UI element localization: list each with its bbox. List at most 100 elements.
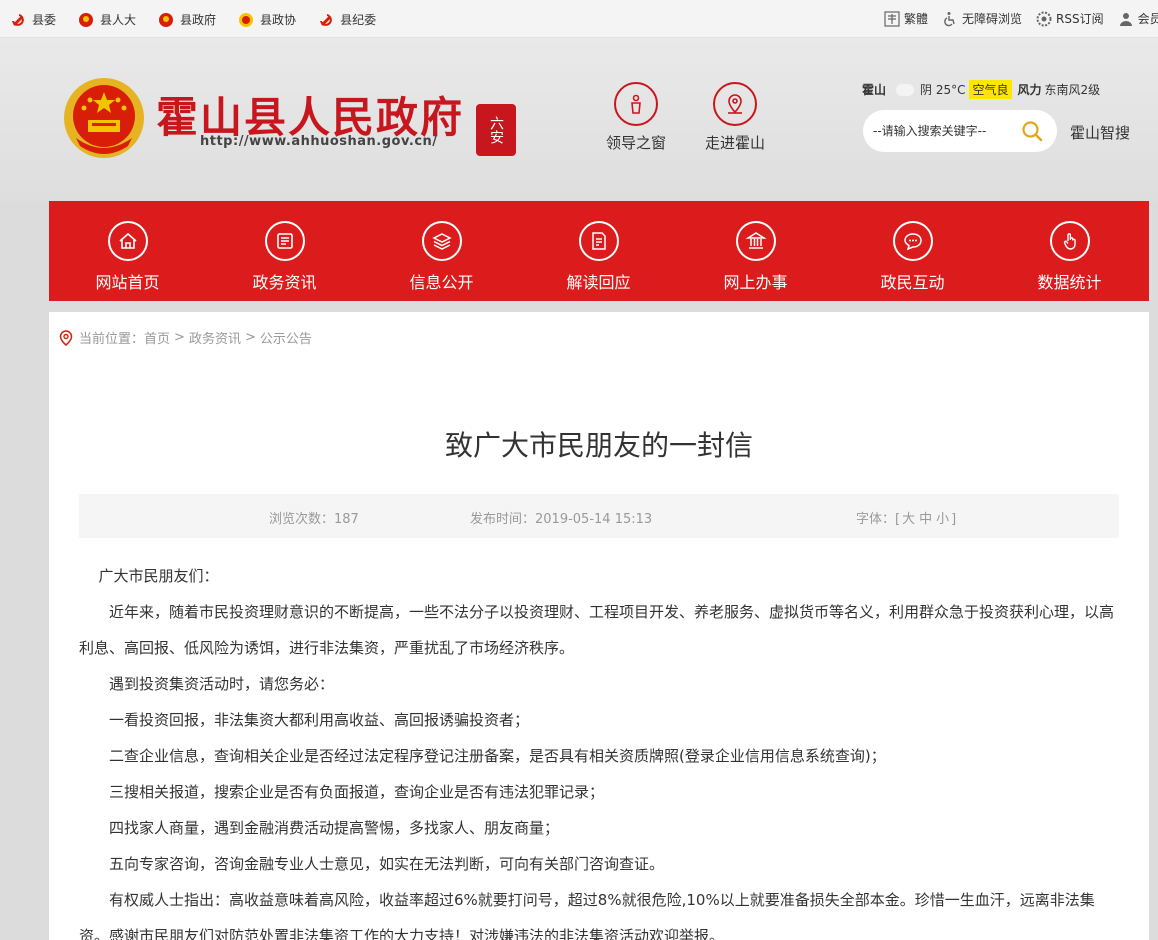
traditional-char-icon — [884, 10, 900, 27]
member-link[interactable]: 会员 — [1118, 10, 1158, 27]
national-emblem-logo — [62, 76, 146, 160]
location-pin-icon — [59, 329, 73, 346]
publish-time: 发布时间：2019-05-14 15:13 — [470, 508, 652, 527]
wind-label: 风力 — [1017, 83, 1042, 97]
home-icon — [107, 221, 148, 261]
top-link-label: 县政协 — [260, 13, 297, 27]
chat-icon — [892, 221, 933, 261]
cloud-icon — [896, 83, 915, 96]
top-link-peoples-congress[interactable]: 县人大 — [78, 11, 136, 28]
leader-icon — [614, 82, 658, 126]
nav-label: 信息公开 — [409, 273, 474, 292]
nav-label: 政务资讯 — [252, 273, 317, 292]
news-icon — [264, 221, 305, 261]
breadcrumb: 当前位置： 首页 > 政务资讯 > 公示公告 — [59, 328, 312, 347]
article-paragraph: 近年来，随着市民投资理财意识的不断提高，一些不法分子以投资理财、工程项目开发、养… — [79, 603, 1115, 657]
tool-label: 会员 — [1137, 12, 1158, 26]
explore-huoshan-label: 走进霍山 — [704, 134, 765, 152]
nav-interpretation[interactable]: 解读回应 — [520, 201, 677, 301]
font-bracket-open: [ — [895, 512, 901, 527]
accessibility-icon — [942, 11, 958, 27]
article-paragraph: 有权威人士指出：高收益意味着高风险，收益率超过6%就要打问号，超过8%就很危险,… — [79, 891, 1095, 940]
nav-statistics[interactable]: 数据统计 — [991, 201, 1148, 301]
article-paragraph: 遇到投资集资活动时，请您务必： — [109, 675, 335, 693]
view-count-value: 187 — [334, 512, 359, 527]
article-container: 当前位置： 首页 > 政务资讯 > 公示公告 致广大市民朋友的一封信 浏览次数：… — [49, 312, 1149, 940]
breadcrumb-separator: > — [244, 330, 256, 345]
top-tools: 繁體 无障碍浏览 RSS订阅 会员 — [884, 10, 1158, 27]
national-emblem-icon — [78, 12, 94, 28]
nav-label: 网站首页 — [95, 273, 160, 292]
top-links: 县委 县人大 县政府 县政协 县纪委 — [10, 11, 398, 28]
tool-label: 无障碍浏览 — [962, 12, 1023, 26]
publish-time-label: 发布时间： — [470, 512, 536, 527]
national-emblem-icon — [158, 12, 174, 28]
accessibility-link[interactable]: 无障碍浏览 — [942, 10, 1022, 27]
top-link-discipline-committee[interactable]: 县纪委 — [318, 11, 376, 28]
font-size-label: 字体： — [856, 512, 896, 527]
top-bar: 县委 县人大 县政府 县政协 县纪委 繁體 无障碍浏览 RSS订阅 会员 — [0, 0, 1158, 38]
rss-icon — [1036, 11, 1052, 27]
leader-window-label: 领导之窗 — [605, 134, 666, 152]
font-bracket-close: ] — [951, 512, 957, 527]
publish-time-value: 2019-05-14 15:13 — [535, 512, 653, 527]
traditional-chinese-toggle[interactable]: 繁體 — [884, 10, 928, 27]
top-link-label: 县委 — [32, 13, 57, 27]
tool-label: RSS订阅 — [1056, 12, 1104, 26]
nav-label: 网上办事 — [723, 273, 788, 292]
article-title: 致广大市民朋友的一封信 — [444, 429, 753, 462]
nav-home[interactable]: 网站首页 — [49, 201, 206, 301]
search-input[interactable] — [873, 121, 1013, 141]
top-link-government[interactable]: 县政府 — [158, 11, 216, 28]
nav-label: 解读回应 — [566, 273, 631, 292]
article-paragraph: 五向专家咨询，咨询金融专业人士意见，如实在无法判断，可向有关部门咨询查证。 — [109, 855, 665, 873]
location-pin-icon — [713, 82, 757, 126]
font-size-small[interactable]: 小 — [936, 512, 949, 527]
article-paragraph: 广大市民朋友们： — [98, 567, 219, 585]
top-link-label: 县政府 — [180, 13, 217, 27]
font-size-control: 字体：[大中小] — [856, 508, 956, 527]
seal-text: 六安 — [488, 116, 504, 144]
search-icon[interactable] — [1021, 120, 1043, 142]
main-nav: 网站首页 政务资讯 信息公开 解读回应 网上办事 政民互动 数据统计 — [49, 201, 1149, 301]
tool-label: 繁體 — [904, 12, 929, 26]
party-emblem-icon — [10, 12, 26, 28]
font-size-medium[interactable]: 中 — [919, 512, 932, 527]
breadcrumb-news[interactable]: 政务资讯 — [189, 328, 241, 347]
breadcrumb-prefix: 当前位置： — [79, 332, 145, 347]
site-url: http://www.ahhuoshan.gov.cn/ — [200, 134, 438, 149]
view-count: 浏览次数：187 — [269, 508, 359, 527]
nav-interaction[interactable]: 政民互动 — [834, 201, 991, 301]
nav-label: 政民互动 — [880, 273, 945, 292]
hand-touch-icon — [1049, 221, 1090, 261]
user-icon — [1118, 11, 1134, 27]
wind-value: 东南风2级 — [1044, 83, 1101, 97]
building-icon — [735, 221, 776, 261]
cppcc-emblem-icon — [238, 12, 254, 28]
nav-online-services[interactable]: 网上办事 — [677, 201, 834, 301]
article-meta-bar: 浏览次数：187 发布时间：2019-05-14 15:13 字体：[大中小] — [79, 494, 1119, 538]
article-paragraph: 二查企业信息，查询相关企业是否经过法定程序登记注册备案，是否具有相关资质牌照(登… — [109, 747, 886, 765]
nav-label: 数据统计 — [1037, 273, 1102, 292]
top-link-cppcc[interactable]: 县政协 — [238, 11, 296, 28]
article-paragraph: 三搜相关报道，搜索企业是否有负面报道，查询企业是否有违法犯罪记录； — [109, 783, 605, 801]
article-body: 广大市民朋友们： 近年来，随着市民投资理财意识的不断提高，一些不法分子以投资理财… — [79, 558, 1119, 940]
nav-info-disclosure[interactable]: 信息公开 — [363, 201, 520, 301]
top-link-label: 县纪委 — [340, 13, 377, 27]
font-size-large[interactable]: 大 — [902, 512, 915, 527]
rss-link[interactable]: RSS订阅 — [1036, 10, 1104, 27]
explore-huoshan-link[interactable]: 走进霍山 — [695, 82, 775, 153]
article-paragraph: 四找家人商量，遇到金融消费活动提高警惕，多找家人、朋友商量； — [109, 819, 560, 837]
top-link-county-committee[interactable]: 县委 — [10, 11, 56, 28]
weather-city: 霍山 — [862, 83, 887, 97]
breadcrumb-announcements[interactable]: 公示公告 — [260, 328, 312, 347]
nav-news[interactable]: 政务资讯 — [206, 201, 363, 301]
air-quality-badge: 空气良 — [969, 80, 1012, 99]
document-edit-icon — [578, 221, 619, 261]
article-paragraph: 一看投资回报，非法集资大都利用高收益、高回报诱骗投资者； — [109, 711, 530, 729]
weather-condition: 阴 25°C — [920, 83, 966, 97]
leader-window-link[interactable]: 领导之窗 — [596, 82, 676, 153]
breadcrumb-home[interactable]: 首页 — [144, 328, 170, 347]
view-count-label: 浏览次数： — [269, 512, 335, 527]
smart-search-link[interactable]: 霍山智搜 — [1070, 122, 1130, 143]
